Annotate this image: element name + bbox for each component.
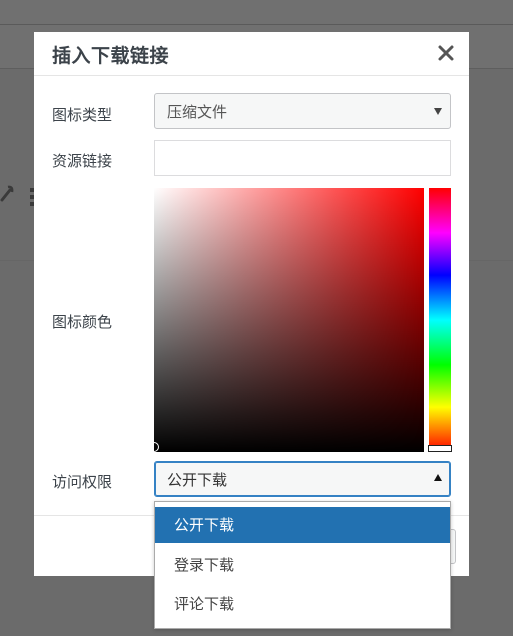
access-value: 公开下载 bbox=[167, 471, 228, 489]
color-saturation-picker[interactable] bbox=[149, 188, 424, 452]
dropdown-option-comment[interactable]: 评论下载 bbox=[155, 586, 450, 622]
hue-slider[interactable] bbox=[428, 188, 452, 452]
access-dropdown-list: 公开下载 登录下载 评论下载 bbox=[154, 501, 451, 629]
dropdown-option-public[interactable]: 公开下载 bbox=[155, 507, 450, 543]
chevron-down-icon bbox=[434, 108, 442, 115]
hue-slider-handle[interactable] bbox=[428, 445, 452, 452]
icon-color-label: 图标颜色 bbox=[52, 313, 113, 331]
resource-link-input[interactable] bbox=[154, 140, 451, 176]
chevron-up-icon bbox=[434, 474, 442, 481]
icon-type-value: 压缩文件 bbox=[167, 103, 228, 121]
icon-type-label: 图标类型 bbox=[52, 106, 113, 124]
dropdown-option-login[interactable]: 登录下载 bbox=[155, 547, 450, 583]
access-label: 访问权限 bbox=[52, 473, 113, 491]
background-divider bbox=[0, 24, 513, 25]
icon-type-select[interactable]: 压缩文件 bbox=[154, 93, 451, 129]
resource-link-label: 资源链接 bbox=[52, 152, 113, 170]
dialog-header: 插入下载链接 bbox=[34, 32, 469, 76]
access-select[interactable]: 公开下载 bbox=[154, 461, 451, 497]
insert-download-link-dialog: 插入下载链接 图标类型 压缩文件 资源链接 图标颜色 访问权限 公开下载 bbox=[34, 32, 469, 576]
close-icon[interactable] bbox=[435, 42, 457, 64]
dialog-title: 插入下载链接 bbox=[52, 45, 170, 67]
color-picker-handle[interactable] bbox=[149, 442, 159, 452]
link-icon bbox=[0, 185, 14, 202]
